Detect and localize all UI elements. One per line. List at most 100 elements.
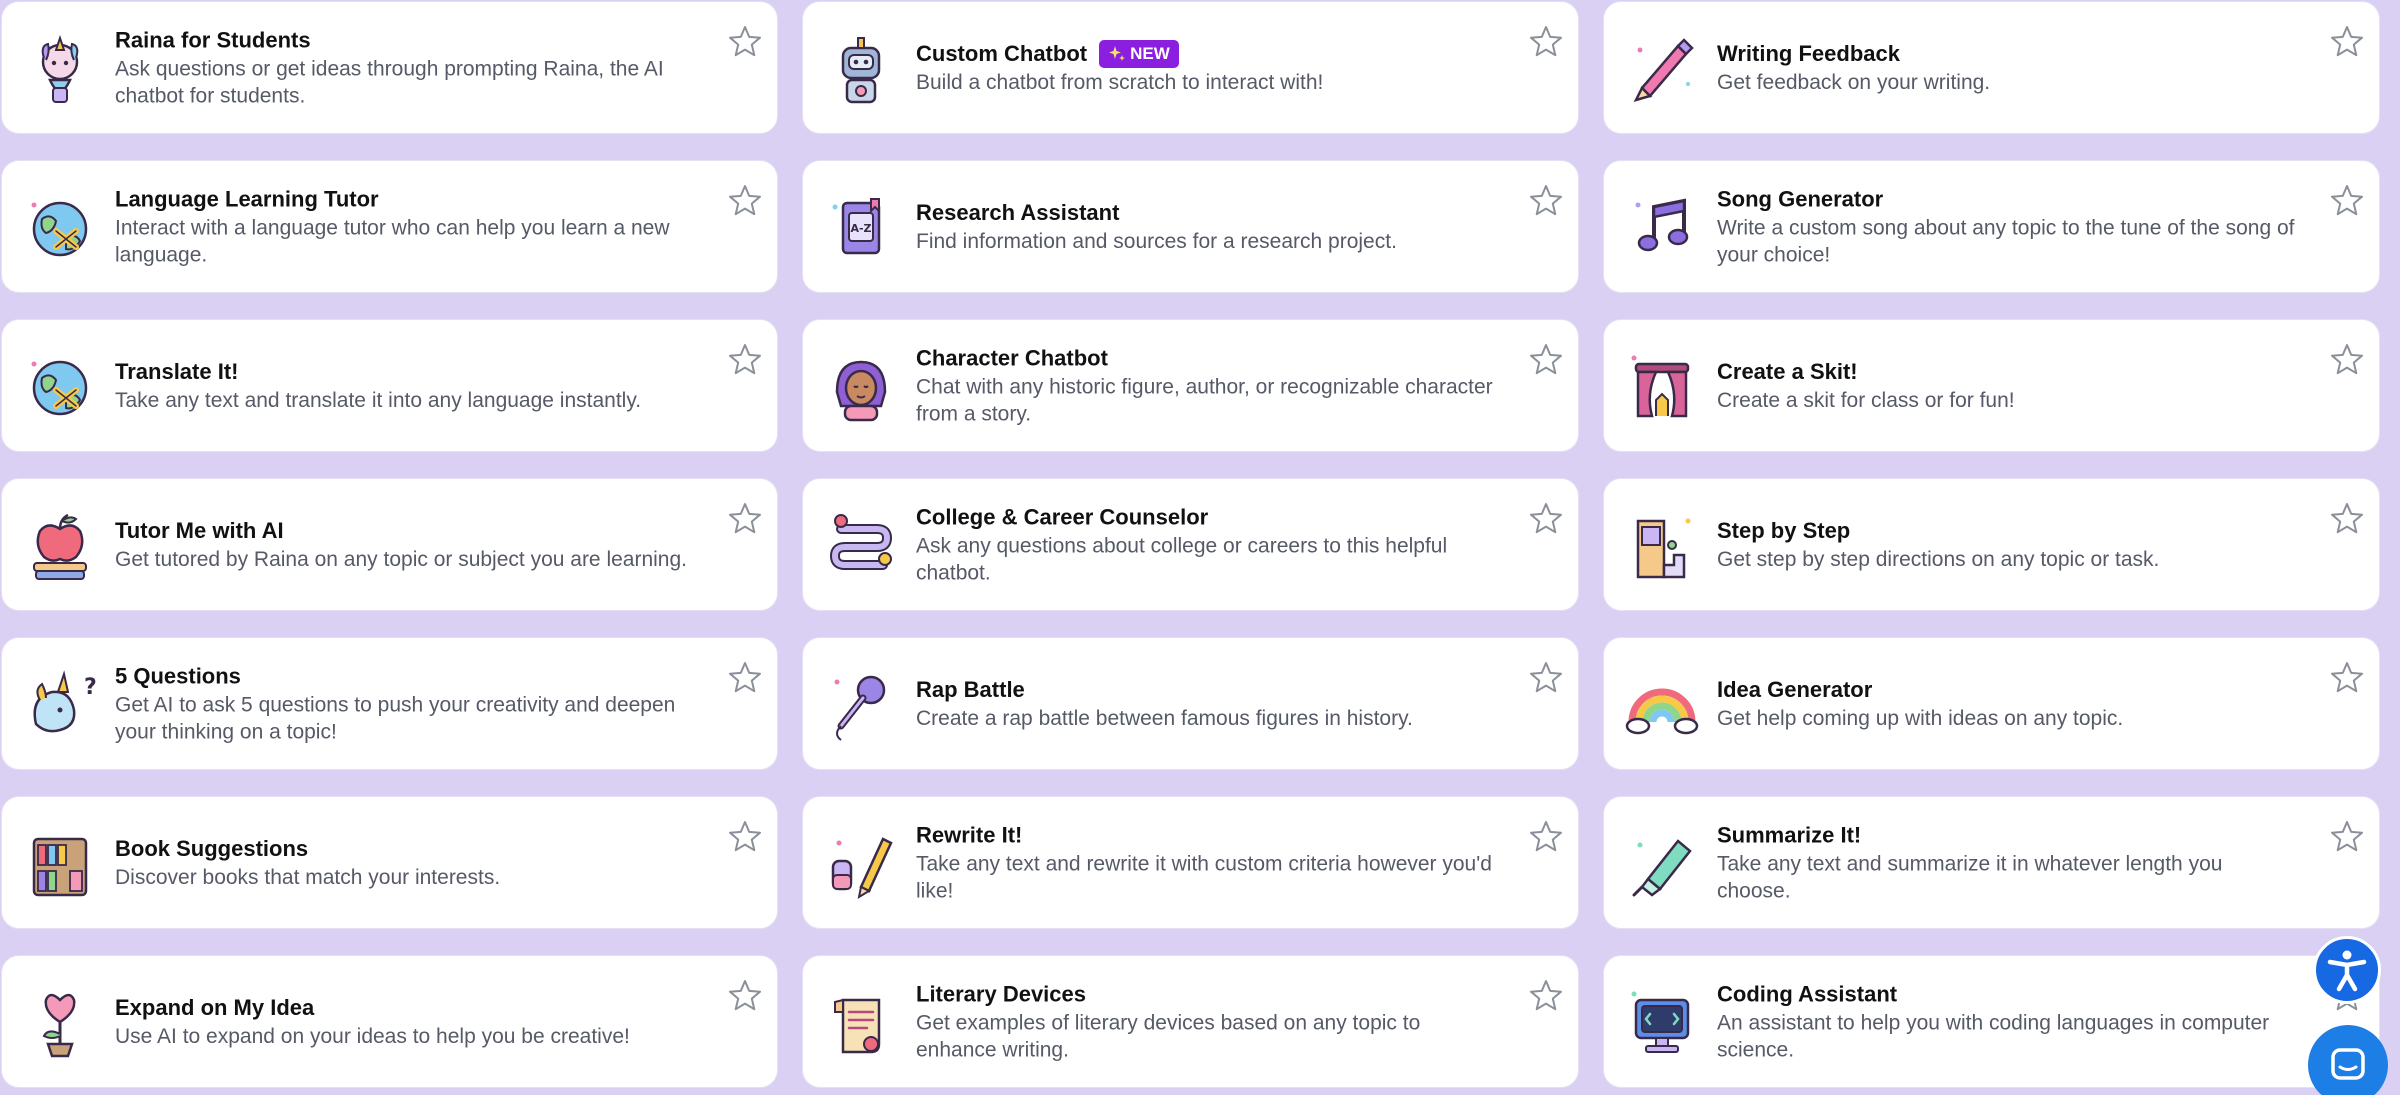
tool-card-description: Get help coming up with ideas on any top… <box>1717 706 2124 730</box>
tool-card[interactable]: Step by Step Get step by step directions … <box>1603 478 2380 611</box>
music-note-icon <box>1622 187 1702 267</box>
svg-text:?: ? <box>84 675 97 700</box>
tool-card-title-row: Custom Chatbot NEW <box>916 39 1498 68</box>
tool-card-description: Take any text and summarize it in whatev… <box>1717 852 2223 902</box>
tool-card-description: Get examples of literary devices based o… <box>916 1011 1421 1061</box>
tool-card-title-row: Song Generator <box>1717 185 2299 213</box>
tool-card-title: Research Assistant <box>916 199 1120 225</box>
tool-card[interactable]: Song Generator Write a custom song about … <box>1603 160 2380 293</box>
sparkle-icon <box>1109 45 1126 61</box>
tool-card-title-row: Book Suggestions <box>115 835 697 863</box>
tool-card[interactable]: Coding Assistant An assistant to help you… <box>1603 955 2380 1088</box>
tool-card[interactable]: Tutor Me with AI Get tutored by Raina on … <box>1 478 778 611</box>
favorite-star-icon[interactable] <box>2329 183 2365 219</box>
tool-card-text: Step by Step Get step by step directions … <box>1717 517 2299 573</box>
tool-card-text: Rap Battle Create a rap battle between fa… <box>916 676 1498 732</box>
tool-card-text: College & Career Counselor Ask any questi… <box>916 503 1498 586</box>
favorite-star-icon[interactable] <box>2329 342 2365 378</box>
favorite-star-icon[interactable] <box>2329 501 2365 537</box>
tool-card-text: Song Generator Write a custom song about … <box>1717 185 2299 268</box>
favorite-star-icon[interactable] <box>727 342 763 378</box>
scroll-icon <box>821 982 901 1062</box>
accessibility-button[interactable] <box>2313 936 2381 1004</box>
favorite-star-icon[interactable] <box>1528 819 1564 855</box>
road-map-icon <box>821 505 901 585</box>
tool-card-description: Create a skit for class or for fun! <box>1717 388 2015 412</box>
tool-card-text: 5 Questions Get AI to ask 5 questions to … <box>115 662 697 745</box>
favorite-star-icon[interactable] <box>727 183 763 219</box>
favorite-star-icon[interactable] <box>2329 660 2365 696</box>
tool-card-text: Create a Skit! Create a skit for class or… <box>1717 358 2299 414</box>
tool-card-title-row: Character Chatbot <box>916 344 1498 372</box>
tool-card-description: Write a custom song about any topic to t… <box>1717 216 2295 266</box>
favorite-star-icon[interactable] <box>2329 24 2365 60</box>
favorite-star-icon[interactable] <box>1528 24 1564 60</box>
new-badge-label: NEW <box>1130 43 1170 63</box>
tool-card[interactable]: Custom Chatbot NEW Build a chatbot from sc… <box>802 1 1579 134</box>
tool-card-title: Custom Chatbot <box>916 40 1088 66</box>
tool-card[interactable]: College & Career Counselor Ask any questi… <box>802 478 1579 611</box>
favorite-star-icon[interactable] <box>1528 501 1564 537</box>
tool-card-text: Language Learning Tutor Interact with a l… <box>115 185 697 268</box>
rainbow-icon <box>1622 664 1702 744</box>
tool-card[interactable]: Writing Feedback Get feedback on your wri… <box>1603 1 2380 134</box>
tool-card[interactable]: A-Z Research Assistant Find information an… <box>802 160 1579 293</box>
tool-card-title: Raina for Students <box>115 27 311 52</box>
tool-card[interactable]: Literary Devices Get examples of literary… <box>802 955 1579 1088</box>
svg-text:A-Z: A-Z <box>850 222 871 235</box>
tool-card-description: Chat with any historic figure, author, o… <box>916 375 1493 425</box>
tool-card-title-row: Tutor Me with AI <box>115 517 697 545</box>
tool-card-title: Summarize It! <box>1717 822 1862 847</box>
tool-card-description: Take any text and translate it into any … <box>115 388 642 412</box>
tool-card[interactable]: Book Suggestions Discover books that matc… <box>1 796 778 929</box>
tool-card-title: Literary Devices <box>916 981 1086 1006</box>
tool-card[interactable]: Raina for Students Ask questions or get i… <box>1 1 778 134</box>
favorite-star-icon[interactable] <box>1528 342 1564 378</box>
tool-card-title: Book Suggestions <box>115 835 309 861</box>
stairs-icon <box>1622 505 1702 585</box>
tool-card-title: Language Learning Tutor <box>115 186 379 211</box>
unicorn-icon <box>20 28 100 108</box>
favorite-star-icon[interactable] <box>727 24 763 60</box>
tool-card-title: Rewrite It! <box>916 822 1023 847</box>
tool-card-title: Translate It! <box>115 358 239 384</box>
tool-card-text: Idea Generator Get help coming up with id… <box>1717 676 2299 732</box>
tool-card[interactable]: Create a Skit! Create a skit for class or… <box>1603 319 2380 452</box>
tool-card[interactable]: Rap Battle Create a rap battle between fa… <box>802 637 1579 770</box>
tool-card-description: Create a rap battle between famous figur… <box>916 706 1413 730</box>
chat-bubble-icon <box>2331 1048 2365 1080</box>
pen-icon <box>1622 28 1702 108</box>
microphone-icon <box>821 664 901 744</box>
tool-card-description: Use AI to expand on your ideas to help y… <box>115 1024 630 1048</box>
tool-card-text: Raina for Students Ask questions or get i… <box>115 26 697 109</box>
tool-card[interactable]: Language Learning Tutor Interact with a l… <box>1 160 778 293</box>
favorite-star-icon[interactable] <box>2329 819 2365 855</box>
tool-card[interactable]: Summarize It! Take any text and summarize… <box>1603 796 2380 929</box>
chat-launcher-button[interactable] <box>2308 1025 2388 1095</box>
favorite-star-icon[interactable] <box>1528 978 1564 1014</box>
tool-card-description: Interact with a language tutor who can h… <box>115 216 670 266</box>
favorite-star-icon[interactable] <box>727 978 763 1014</box>
computer-icon <box>1622 982 1702 1062</box>
favorite-star-icon[interactable] <box>727 501 763 537</box>
robot-icon <box>821 28 901 108</box>
favorite-star-icon[interactable] <box>727 660 763 696</box>
tool-card-title-row: 5 Questions <box>115 662 697 690</box>
tool-card[interactable]: Rewrite It! Take any text and rewrite it … <box>802 796 1579 929</box>
tool-card[interactable]: Expand on My Idea Use AI to expand on you… <box>1 955 778 1088</box>
favorite-star-icon[interactable] <box>727 819 763 855</box>
book-a-z-icon: A-Z <box>821 187 901 267</box>
tool-card-title: Tutor Me with AI <box>115 517 284 543</box>
tool-card[interactable]: Character Chatbot Chat with any historic … <box>802 319 1579 452</box>
tool-card[interactable]: ? 5 Questions Get AI to ask 5 questions to… <box>1 637 778 770</box>
tool-card-text: Coding Assistant An assistant to help you… <box>1717 980 2299 1063</box>
tool-card-text: Research Assistant Find information and s… <box>916 199 1498 255</box>
tool-card-title: Step by Step <box>1717 517 1851 543</box>
favorite-star-icon[interactable] <box>1528 660 1564 696</box>
tool-card-title-row: Translate It! <box>115 358 697 386</box>
bookshelf-icon <box>20 823 100 903</box>
tool-card-title: 5 Questions <box>115 663 241 688</box>
tool-card[interactable]: Translate It! Take any text and translate… <box>1 319 778 452</box>
tool-card[interactable]: Idea Generator Get help coming up with id… <box>1603 637 2380 770</box>
favorite-star-icon[interactable] <box>1528 183 1564 219</box>
